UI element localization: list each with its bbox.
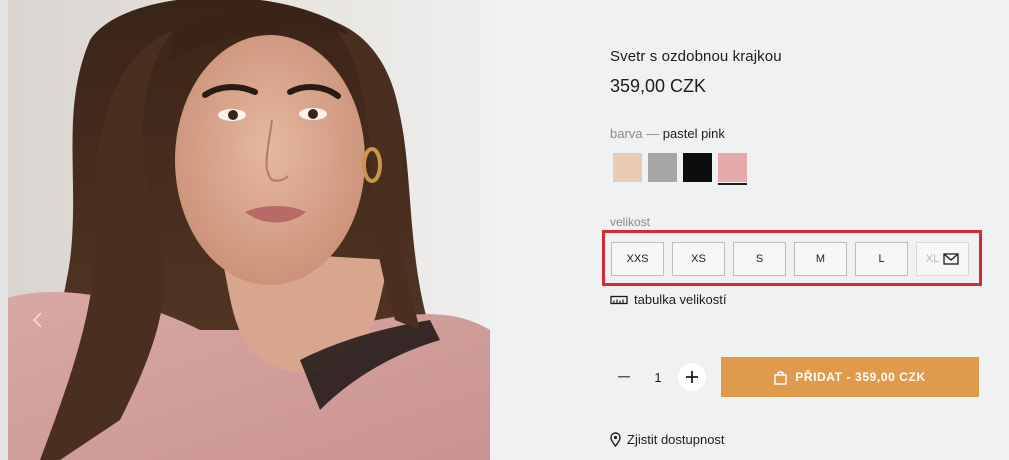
shopping-bag-icon [774,370,787,385]
color-swatch-beige[interactable] [613,153,642,182]
photo-edge-strip [0,0,8,460]
color-label: barva — pastel pink [610,126,725,141]
size-option-label: XL [925,253,940,265]
color-swatch-black[interactable] [683,153,712,182]
size-option-label: L [878,253,885,265]
size-option-xl[interactable]: XL [916,242,969,276]
product-photo [0,0,490,460]
size-option-xxs[interactable]: XXS [611,242,664,276]
color-label-text: barva — [610,126,660,141]
check-availability-link[interactable]: Zjistit dostupnost [610,432,725,447]
minus-icon [618,376,630,378]
product-page: Svetr s ozdobnou krajkou 359,00 CZK barv… [0,0,1009,460]
size-label: velikost [610,215,651,229]
selected-color-name: pastel pink [662,126,725,141]
plus-icon [686,371,698,383]
product-price: 359,00 CZK [610,76,707,96]
size-option-label: S [755,253,764,265]
size-chart-label: tabulka velikostí [634,292,727,307]
chevron-left-icon[interactable] [30,310,46,330]
location-pin-icon [610,432,621,447]
color-swatches [613,153,747,185]
quantity-value[interactable]: 1 [638,370,678,385]
color-swatch-pastel-pink[interactable] [718,153,747,185]
check-availability-label: Zjistit dostupnost [627,432,725,447]
size-option-l[interactable]: L [855,242,908,276]
color-swatch-grey[interactable] [648,153,677,182]
quantity-stepper: 1 [610,357,706,397]
size-option-s[interactable]: S [733,242,786,276]
quantity-increase-button[interactable] [678,363,706,391]
size-option-m[interactable]: M [794,242,847,276]
model-photo-illustration [0,0,490,460]
add-to-cart-button[interactable]: PŘIDAT - 359,00 CZK [721,357,979,397]
ruler-icon [610,295,628,305]
add-to-cart-label: PŘIDAT - 359,00 CZK [795,370,926,384]
product-title: Svetr s ozdobnou krajkou [610,48,782,65]
mail-icon [943,253,959,265]
product-info-panel: Svetr s ozdobnou krajkou 359,00 CZK barv… [602,0,990,460]
size-chart-link[interactable]: tabulka velikostí [610,292,727,307]
size-option-xs[interactable]: XS [672,242,725,276]
size-option-label: XXS [626,253,649,265]
size-option-label: M [815,253,826,265]
quantity-decrease-button[interactable] [610,363,638,391]
size-option-label: XS [691,253,706,265]
size-selector: XXS XS S M L XL [611,242,969,276]
